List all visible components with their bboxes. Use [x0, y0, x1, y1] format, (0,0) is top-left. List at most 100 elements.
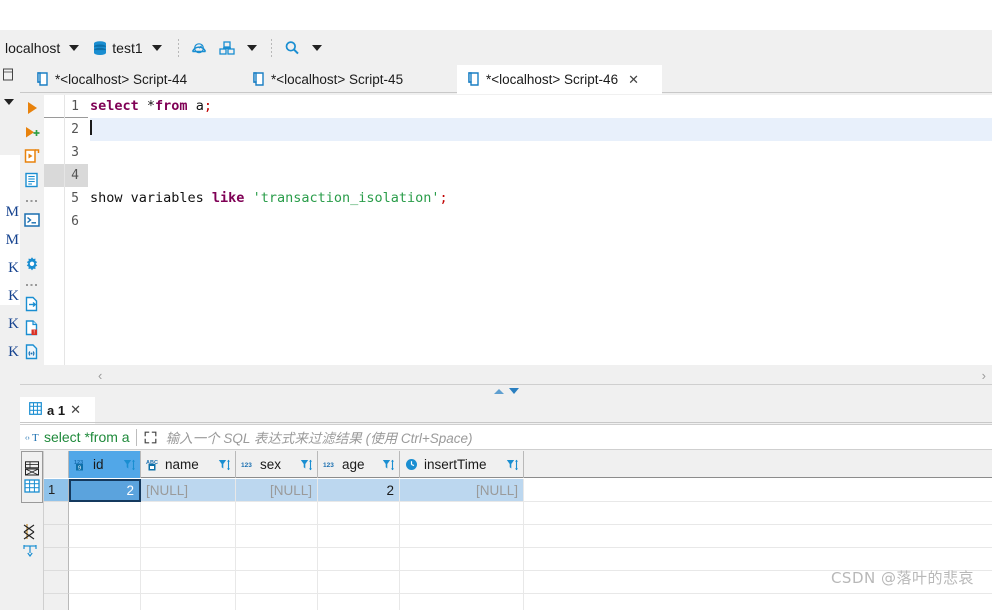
code-line-1[interactable]: select *from a; [90, 95, 992, 118]
cell-age[interactable] [318, 571, 400, 594]
execute-statement-icon[interactable] [23, 99, 41, 117]
chevron-down-icon-4[interactable] [311, 44, 322, 51]
row-number[interactable] [44, 594, 69, 610]
cell-name[interactable]: [NULL] [141, 479, 236, 502]
cell-id[interactable] [69, 548, 141, 571]
cell-name[interactable] [141, 525, 236, 548]
column-header-id[interactable]: 123 9 id [69, 451, 141, 478]
execute-in-new-tab-icon[interactable] [23, 147, 41, 165]
list-item[interactable]: K [0, 256, 20, 284]
sort-filter-icon[interactable] [300, 458, 313, 472]
row-number[interactable] [44, 502, 69, 525]
connection-selector[interactable]: localhost [0, 36, 89, 60]
cell-insertTime[interactable]: [NULL] [400, 479, 524, 502]
chevron-down-icon-3[interactable] [246, 44, 257, 51]
cell-age[interactable] [318, 594, 400, 610]
list-item[interactable]: Μ [0, 200, 20, 228]
result-filter-bar[interactable]: ‹› T select *from a 输入一个 SQL 表达式来过滤结果 (使… [20, 424, 992, 450]
scroll-right-arrow[interactable]: › [982, 368, 986, 383]
cell-age[interactable]: 2 [318, 479, 400, 502]
code-line-6[interactable] [90, 210, 992, 233]
chevron-down-icon-sidebar[interactable] [4, 99, 14, 105]
code-line-5[interactable]: show variables like 'transaction_isolati… [90, 187, 992, 210]
file-script-icon[interactable] [23, 343, 41, 361]
cell-insertTime[interactable] [400, 594, 524, 610]
cell-sex[interactable] [236, 594, 318, 610]
cell-insertTime[interactable] [400, 502, 524, 525]
list-item[interactable]: Μ [0, 228, 20, 256]
transpose-icon[interactable] [23, 523, 39, 540]
cell-id[interactable]: 2 [69, 479, 141, 502]
table-row[interactable]: 1 2 [NULL] [NULL] 2 [NULL] [44, 479, 992, 502]
sort-filter-icon[interactable] [218, 458, 231, 472]
column-header-sex[interactable]: 123 sex [236, 451, 318, 478]
console-icon[interactable] [23, 211, 41, 229]
sort-filter-icon[interactable] [123, 458, 136, 472]
cell-sex[interactable]: [NULL] [236, 479, 318, 502]
cell-age[interactable] [318, 548, 400, 571]
gear-icon[interactable] [23, 255, 41, 273]
blocks-icon[interactable] [218, 39, 236, 57]
cell-id[interactable] [69, 502, 141, 525]
cell-sex[interactable] [236, 548, 318, 571]
column-header-insertTime[interactable]: insertTime [400, 451, 524, 478]
database-selector[interactable]: test1 [89, 36, 171, 60]
editor-results-splitter[interactable] [20, 384, 992, 397]
record-view-icon[interactable] [24, 460, 40, 476]
cell-name[interactable] [141, 571, 236, 594]
column-header-name[interactable]: ABC name [141, 451, 236, 478]
collapse-up-icon[interactable] [493, 388, 504, 394]
cell-name[interactable] [141, 502, 236, 525]
cell-insertTime[interactable] [400, 525, 524, 548]
file-error-icon[interactable]: ! [23, 319, 41, 337]
close-icon[interactable]: ✕ [70, 402, 81, 418]
search-icon[interactable] [283, 39, 301, 57]
cell-sex[interactable] [236, 571, 318, 594]
cell-name[interactable] [141, 548, 236, 571]
grid-view-icon[interactable] [24, 478, 40, 494]
table-row[interactable] [44, 525, 992, 548]
code-line-2[interactable] [90, 118, 992, 141]
cell-sex[interactable] [236, 525, 318, 548]
list-item[interactable]: K [0, 340, 20, 368]
cell-id[interactable] [69, 594, 141, 610]
cell-age[interactable] [318, 525, 400, 548]
gauge-icon[interactable] [190, 39, 208, 57]
cell-id[interactable] [69, 525, 141, 548]
list-item[interactable]: K [0, 284, 20, 312]
list-item[interactable]: K [0, 312, 20, 340]
cell-insertTime[interactable] [400, 571, 524, 594]
export-file-icon[interactable] [23, 295, 41, 313]
tab-script-46[interactable]: *<localhost> Script-46 ✕ [457, 65, 662, 94]
row-number[interactable] [44, 548, 69, 571]
execute-script-icon[interactable] [23, 123, 41, 141]
row-number[interactable] [44, 525, 69, 548]
sort-filter-icon[interactable] [382, 458, 395, 472]
row-number[interactable] [44, 571, 69, 594]
chevron-down-icon[interactable] [69, 44, 80, 51]
expand-icon[interactable] [143, 430, 158, 445]
close-icon[interactable]: ✕ [628, 73, 639, 86]
cell-age[interactable] [318, 502, 400, 525]
row-number[interactable]: 1 [44, 479, 69, 502]
execute-script-grid-icon[interactable] [23, 171, 41, 189]
filter-input-placeholder[interactable]: 输入一个 SQL 表达式来过滤结果 (使用 Ctrl+Space) [166, 427, 473, 447]
cell-insertTime[interactable] [400, 548, 524, 571]
fit-columns-icon[interactable] [23, 544, 39, 559]
cell-name[interactable] [141, 594, 236, 610]
grid-body[interactable]: 1 2 [NULL] [NULL] 2 [NULL] [44, 479, 992, 610]
collapse-down-icon[interactable] [508, 388, 519, 394]
tab-result-a1[interactable]: a 1 ✕ [20, 397, 95, 424]
sql-editor[interactable]: 1 2 3 4 5 6 select *from a; show variabl… [44, 95, 992, 365]
sort-filter-icon[interactable] [506, 458, 519, 472]
tab-script-44[interactable]: *<localhost> Script-44 [26, 65, 230, 93]
column-header-age[interactable]: 123 age [318, 451, 400, 478]
cell-id[interactable] [69, 571, 141, 594]
table-row[interactable] [44, 502, 992, 525]
code-area[interactable]: select *from a; show variables like 'tra… [90, 95, 992, 365]
tab-script-45[interactable]: *<localhost> Script-45 [242, 65, 446, 93]
cell-sex[interactable] [236, 502, 318, 525]
table-row[interactable] [44, 594, 992, 610]
chevron-down-icon-2[interactable] [151, 44, 162, 51]
scroll-left-arrow[interactable]: ‹ [98, 368, 102, 383]
